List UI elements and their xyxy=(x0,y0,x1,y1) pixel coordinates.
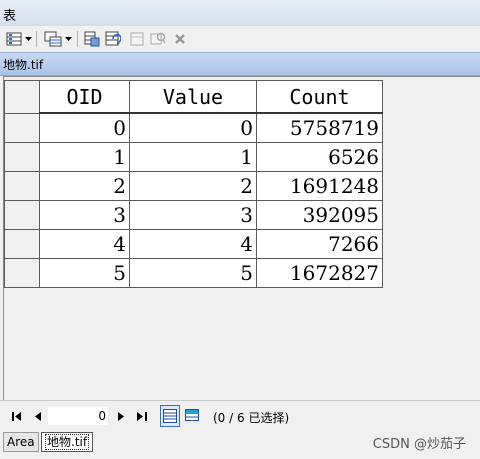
next-record-icon[interactable] xyxy=(114,409,128,423)
toolbar-separator xyxy=(77,31,78,47)
row-selector[interactable] xyxy=(4,229,40,259)
cell-value[interactable]: 1 xyxy=(129,142,257,172)
bottom-table-tabs: Area 地物.tif CSDN @炒茄子 xyxy=(0,430,480,459)
select-by-attributes-icon[interactable] xyxy=(84,30,100,48)
show-selected-records-icon xyxy=(185,409,199,421)
cell-oid[interactable]: 4 xyxy=(39,229,130,259)
attribute-table: OID Value Count 0 0 5758719 1 1 6526 2 2 xyxy=(4,80,383,288)
cell-value[interactable]: 3 xyxy=(129,200,257,230)
record-navigation-bar: 0 (0 / 6 已选择) xyxy=(0,400,480,431)
cell-count[interactable]: 392095 xyxy=(256,200,383,230)
table-options-icon[interactable] xyxy=(6,30,22,48)
table-header-row: OID Value Count xyxy=(4,80,383,114)
tab-diwu-tif[interactable]: 地物.tif xyxy=(41,432,94,452)
cell-oid[interactable]: 3 xyxy=(39,200,130,230)
tab-area-label: Area xyxy=(7,435,35,449)
last-record-icon[interactable] xyxy=(135,409,149,423)
cell-count[interactable]: 6526 xyxy=(256,142,383,172)
show-selected-records-button[interactable] xyxy=(184,407,200,423)
column-header-oid[interactable]: OID xyxy=(39,80,130,114)
window-titlebar: 表 xyxy=(0,0,480,27)
cell-count[interactable]: 1691248 xyxy=(256,171,383,201)
cell-oid[interactable]: 2 xyxy=(39,171,130,201)
toolbar-separator xyxy=(36,31,37,47)
row-selector[interactable] xyxy=(4,200,40,230)
toolbar xyxy=(0,26,480,52)
table-row: 0 0 5758719 xyxy=(4,112,383,143)
attribute-table-grid: OID Value Count 0 0 5758719 1 1 6526 2 2 xyxy=(3,76,480,401)
column-header-value[interactable]: Value xyxy=(129,80,257,114)
row-selector[interactable] xyxy=(4,258,40,288)
table-tab-strip: 地物.tif xyxy=(0,52,480,76)
first-record-icon[interactable] xyxy=(10,409,24,423)
cell-count[interactable]: 7266 xyxy=(256,229,383,259)
window-title: 表 xyxy=(3,9,17,24)
previous-record-icon[interactable] xyxy=(31,409,45,423)
cell-value[interactable]: 5 xyxy=(129,258,257,288)
show-all-records-button[interactable] xyxy=(160,405,180,427)
table-tab-name[interactable]: 地物.tif xyxy=(3,56,43,73)
related-tables-icon[interactable] xyxy=(44,30,62,48)
watermark: CSDN @炒茄子 xyxy=(372,437,466,452)
table-row: 3 3 392095 xyxy=(4,200,383,230)
cell-value[interactable]: 4 xyxy=(129,229,257,259)
cell-count[interactable]: 5758719 xyxy=(256,112,383,143)
current-record-input[interactable]: 0 xyxy=(48,407,108,425)
table-row: 5 5 1672827 xyxy=(4,258,383,288)
dropdown-arrow-icon[interactable] xyxy=(25,30,32,48)
clear-selection-icon[interactable] xyxy=(130,30,144,48)
table-row: 2 2 1691248 xyxy=(4,171,383,201)
dropdown-arrow-icon[interactable] xyxy=(65,30,72,48)
cell-oid[interactable]: 0 xyxy=(39,112,130,143)
zoom-to-selected-icon[interactable] xyxy=(150,30,166,48)
row-selector[interactable] xyxy=(4,171,40,201)
row-selector[interactable] xyxy=(4,112,40,143)
cell-oid[interactable]: 1 xyxy=(39,142,130,172)
table-corner xyxy=(4,80,40,114)
row-selector[interactable] xyxy=(4,142,40,172)
tab-area[interactable]: Area xyxy=(3,432,39,452)
cell-count[interactable]: 1672827 xyxy=(256,258,383,288)
table-row: 4 4 7266 xyxy=(4,229,383,259)
delete-selected-icon[interactable] xyxy=(174,30,186,48)
cell-value[interactable]: 0 xyxy=(129,112,257,143)
cell-oid[interactable]: 5 xyxy=(39,258,130,288)
table-row: 1 1 6526 xyxy=(4,142,383,172)
tab-diwu-tif-label: 地物.tif xyxy=(45,434,90,450)
show-all-records-icon xyxy=(163,409,177,423)
switch-selection-icon[interactable] xyxy=(105,30,121,48)
selection-status: (0 / 6 已选择) xyxy=(213,411,290,425)
cell-value[interactable]: 2 xyxy=(129,171,257,201)
column-header-count[interactable]: Count xyxy=(256,80,383,114)
